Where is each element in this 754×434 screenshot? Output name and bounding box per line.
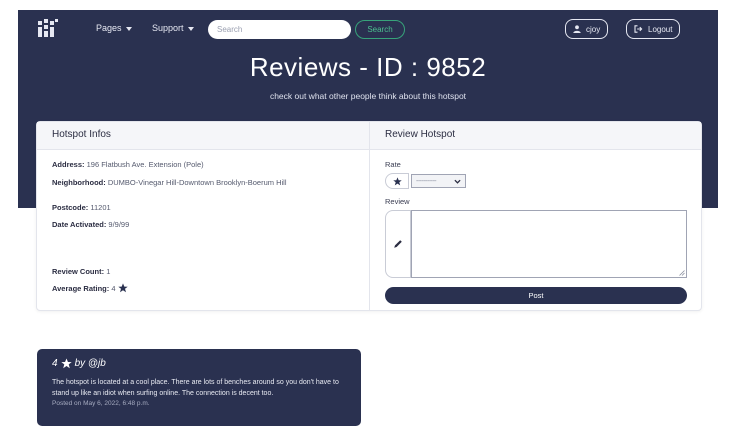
user-icon [573,25,581,33]
neighborhood-label: Neighborhood: [52,178,106,187]
nav-pages-dropdown[interactable]: Pages [96,23,132,33]
review-field [385,210,687,278]
average-rating-value: 4 [111,284,116,293]
post-button[interactable]: Post [385,287,687,304]
review-date: Posted on May 6, 2022, 6:48 p.m. [52,400,150,407]
rate-select[interactable]: ----------- [411,174,466,188]
date-activated-label: Date Activated: [52,220,107,229]
hotspot-info-panel: Hotspot Infos Address: 196 Flatbush Ave.… [37,122,370,310]
review-card: 4 by @jb The hotspot is located at a coo… [37,349,361,426]
address-value: 196 Flatbush Ave. Extension (Pole) [86,160,204,169]
page: Pages Support Search cjoy Logout Reviews… [0,0,754,434]
chevron-down-icon [454,179,461,184]
chevron-down-icon [187,26,194,31]
average-rating-row: Average Rating: 4 [52,283,357,294]
navbar: Pages Support Search cjoy Logout [18,10,718,48]
review-count-label: Review Count: [52,267,105,276]
pencil-icon [394,240,402,248]
user-button[interactable]: cjoy [565,19,609,39]
chevron-down-icon [125,26,132,31]
username-label: cjoy [586,24,601,34]
address-row: Address: 196 Flatbush Ave. Extension (Po… [52,160,357,170]
page-title: Reviews - ID : 9852 [249,52,487,82]
star-icon [392,176,402,185]
logout-button[interactable]: Logout [626,19,681,39]
logout-label: Logout [648,24,673,34]
nav-support-label: Support [152,23,184,33]
review-label: Review [385,197,410,206]
hotspot-card: Hotspot Infos Address: 196 Flatbush Ave.… [36,121,702,311]
nav-pages-label: Pages [96,23,122,33]
search-input[interactable] [208,20,351,39]
neighborhood-value: DUMBO-Vinegar Hill-Downtown Brooklyn-Boe… [107,178,287,187]
review-rating: 4 [52,357,58,369]
review-form-heading: Review Hotspot [370,122,701,150]
postcode-row: Postcode: 11201 [52,203,357,213]
page-subtitle: check out what other people think about … [269,91,467,101]
review-count-value: 1 [106,267,111,276]
rate-field: ----------- [385,173,466,189]
postcode-label: Postcode: [52,203,89,212]
review-text: The hotspot is located at a cool place. … [52,379,339,397]
logo-icon[interactable] [37,18,59,40]
neighborhood-row: Neighborhood: DUMBO-Vinegar Hill-Downtow… [52,178,357,188]
address-label: Address: [52,160,85,169]
hotspot-info-heading: Hotspot Infos [37,122,369,150]
date-activated-row: Date Activated: 9/9/99 [52,220,357,230]
review-textarea[interactable] [411,210,687,278]
date-activated-value: 9/9/99 [108,220,130,229]
rate-label: Rate [385,160,401,169]
rate-star-addon [385,173,409,189]
star-icon [60,357,72,368]
pencil-addon [385,210,411,278]
review-author: by @jb [74,357,106,369]
search-button[interactable]: Search [355,20,405,39]
review-form-panel: Review Hotspot Rate ----------- Review P… [370,122,701,310]
logout-icon [634,25,643,33]
review-count-row: Review Count: 1 [52,267,357,277]
resize-grip-icon[interactable] [679,270,685,276]
star-icon [117,283,128,293]
nav-support-dropdown[interactable]: Support [152,23,194,33]
review-card-header: 4 by @jb [52,356,346,370]
rate-select-value: ----------- [416,177,437,185]
postcode-value: 11201 [90,203,111,212]
average-rating-label: Average Rating: [52,284,110,293]
